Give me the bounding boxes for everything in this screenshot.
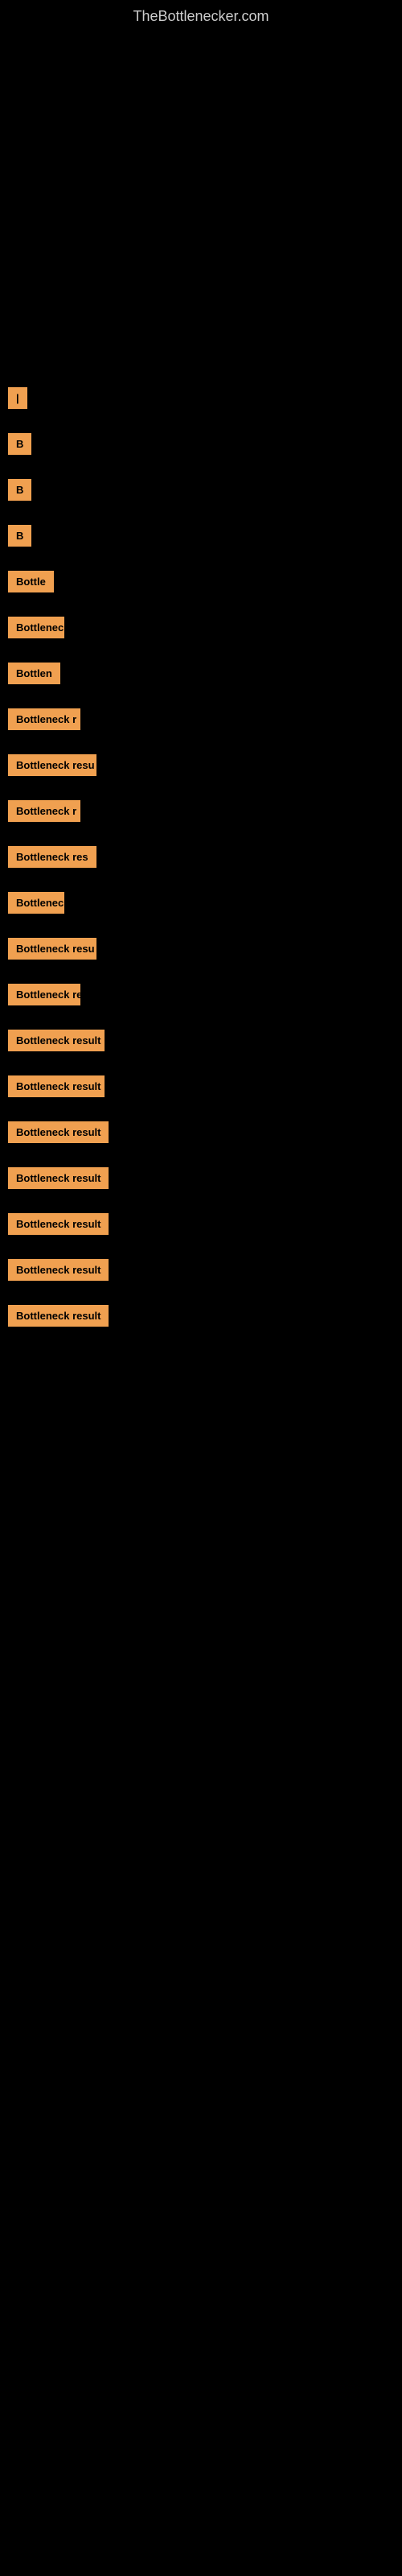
bottleneck-label-4: B <box>8 525 31 547</box>
bottleneck-label-14: Bottleneck re <box>8 984 80 1005</box>
bottleneck-label-20: Bottleneck result <box>8 1259 109 1281</box>
bottleneck-label-12: Bottleneck <box>8 892 64 914</box>
content-area: | B B B Bottle Bottleneck Bottlen Bottleneck r B… <box>0 387 402 1327</box>
bottleneck-item-7: Bottlen <box>8 663 394 684</box>
bottleneck-item-19: Bottleneck result <box>8 1213 394 1235</box>
bottleneck-item-21: Bottleneck result <box>8 1305 394 1327</box>
bottleneck-item-15: Bottleneck result <box>8 1030 394 1051</box>
bottleneck-label-18: Bottleneck result <box>8 1167 109 1189</box>
bottleneck-label-15: Bottleneck result <box>8 1030 105 1051</box>
bottleneck-label-13: Bottleneck resu <box>8 938 96 960</box>
bottleneck-label-8: Bottleneck r <box>8 708 80 730</box>
bottleneck-item-13: Bottleneck resu <box>8 938 394 960</box>
bottleneck-item-20: Bottleneck result <box>8 1259 394 1281</box>
bottleneck-label-2: B <box>8 433 31 455</box>
bottleneck-item-12: Bottleneck <box>8 892 394 914</box>
bottleneck-label-7: Bottlen <box>8 663 60 684</box>
bottleneck-item-6: Bottleneck <box>8 617 394 638</box>
page-wrapper: TheBottlenecker.com | B B B Bottle Bottleneck… <box>0 0 402 1327</box>
bottleneck-item-10: Bottleneck r <box>8 800 394 822</box>
bottleneck-label-21: Bottleneck result <box>8 1305 109 1327</box>
bottleneck-item-5: Bottle <box>8 571 394 592</box>
bottleneck-item-8: Bottleneck r <box>8 708 394 730</box>
bottleneck-item-2: B <box>8 433 394 455</box>
bottleneck-item-3: B <box>8 479 394 501</box>
bottleneck-label-1: | <box>8 387 27 409</box>
bottleneck-item-11: Bottleneck res <box>8 846 394 868</box>
bottleneck-label-10: Bottleneck r <box>8 800 80 822</box>
bottleneck-item-17: Bottleneck result <box>8 1121 394 1143</box>
bottleneck-label-5: Bottle <box>8 571 54 592</box>
bottleneck-label-9: Bottleneck resu <box>8 754 96 776</box>
bottleneck-item-14: Bottleneck re <box>8 984 394 1005</box>
bottleneck-item-9: Bottleneck resu <box>8 754 394 776</box>
bottleneck-item-18: Bottleneck result <box>8 1167 394 1189</box>
bottleneck-label-6: Bottleneck <box>8 617 64 638</box>
bottleneck-item-1: | <box>8 387 394 409</box>
bottleneck-label-3: B <box>8 479 31 501</box>
bottleneck-label-16: Bottleneck result <box>8 1075 105 1097</box>
bottleneck-label-11: Bottleneck res <box>8 846 96 868</box>
bottleneck-item-4: B <box>8 525 394 547</box>
bottleneck-item-16: Bottleneck result <box>8 1075 394 1097</box>
bottleneck-label-19: Bottleneck result <box>8 1213 109 1235</box>
site-title: TheBottlenecker.com <box>0 0 402 33</box>
bottleneck-label-17: Bottleneck result <box>8 1121 109 1143</box>
